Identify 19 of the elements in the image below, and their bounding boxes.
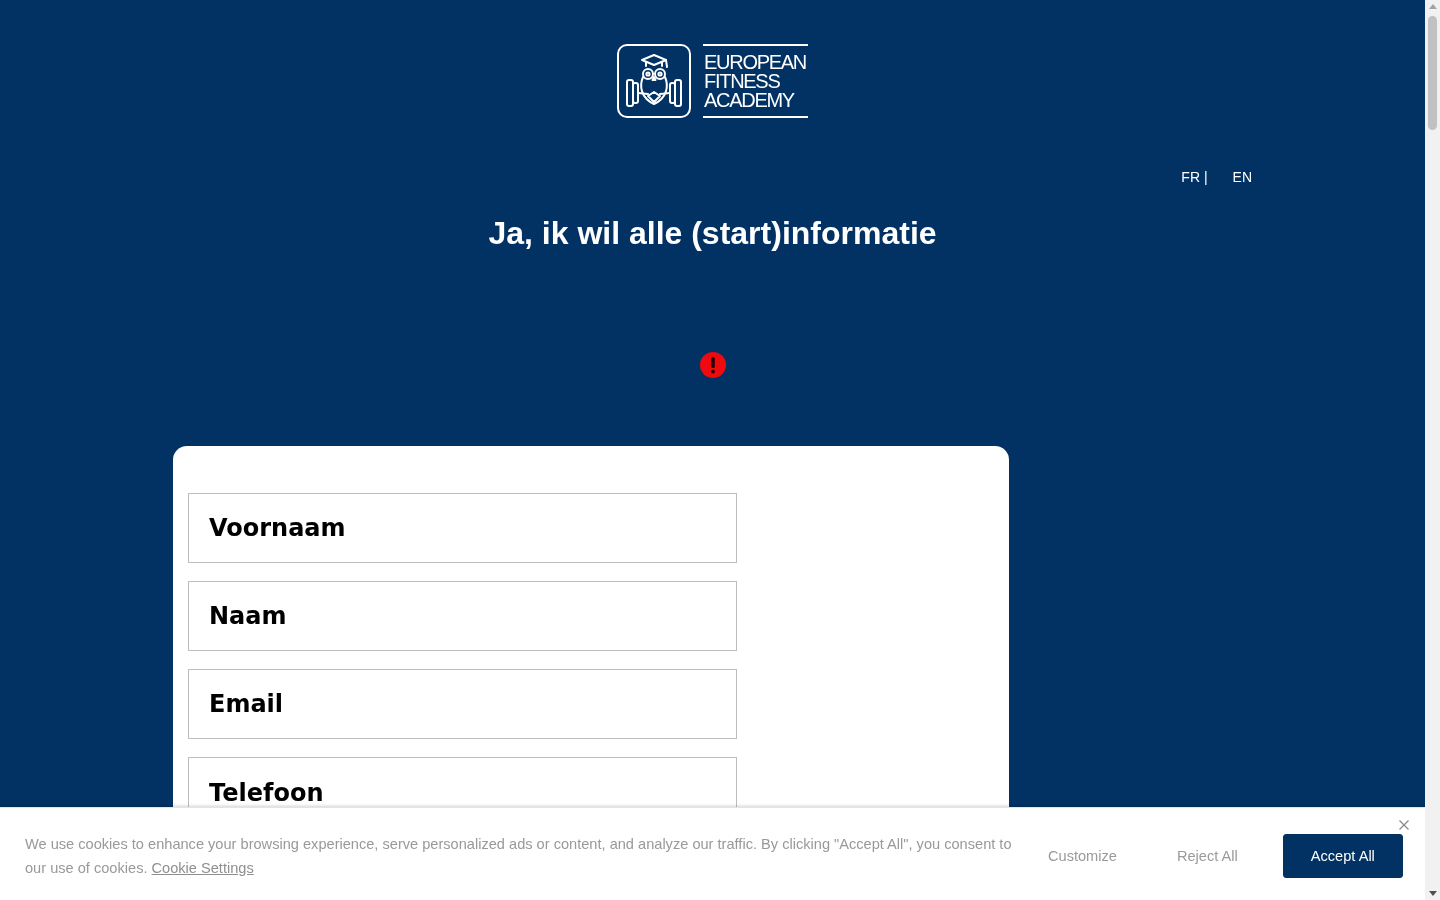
text-input-field[interactable]: Email	[188, 669, 737, 739]
language-link[interactable]: EN	[1232, 168, 1252, 186]
language-link[interactable]: FR |	[1181, 168, 1208, 186]
logo-text: ACADEMY	[704, 90, 796, 110]
logo-text: FITNESS	[704, 71, 781, 91]
page-title: Ja, ik wil alle (start)informatie	[488, 214, 937, 252]
cookie-notice-text: We use cookies to enhance your browsing experience, serve personalized ads or content, and analyze our traffic. By clicking "Accept All", you consent to our use of cookies. Cookie Settings	[25, 835, 1013, 878]
owl-dumbbell-logo-icon	[617, 44, 692, 118]
text-input-field[interactable]: Voornaam	[188, 493, 737, 563]
accept-all-button[interactable]: Accept All	[1282, 834, 1403, 878]
scroll-up-arrow-icon[interactable]	[1428, 4, 1437, 9]
scrollbar-thumb[interactable]	[1428, 16, 1437, 130]
scroll-down-arrow-icon[interactable]	[1428, 891, 1437, 896]
text-input-field[interactable]: Telefoon	[188, 757, 737, 807]
text-input-field[interactable]: Naam	[188, 581, 737, 651]
scrollbar[interactable]	[1425, 0, 1440, 900]
close-icon[interactable]	[1399, 820, 1409, 830]
error-exclamation-icon	[699, 352, 726, 378]
logo-text: EUROPEAN	[704, 52, 807, 72]
